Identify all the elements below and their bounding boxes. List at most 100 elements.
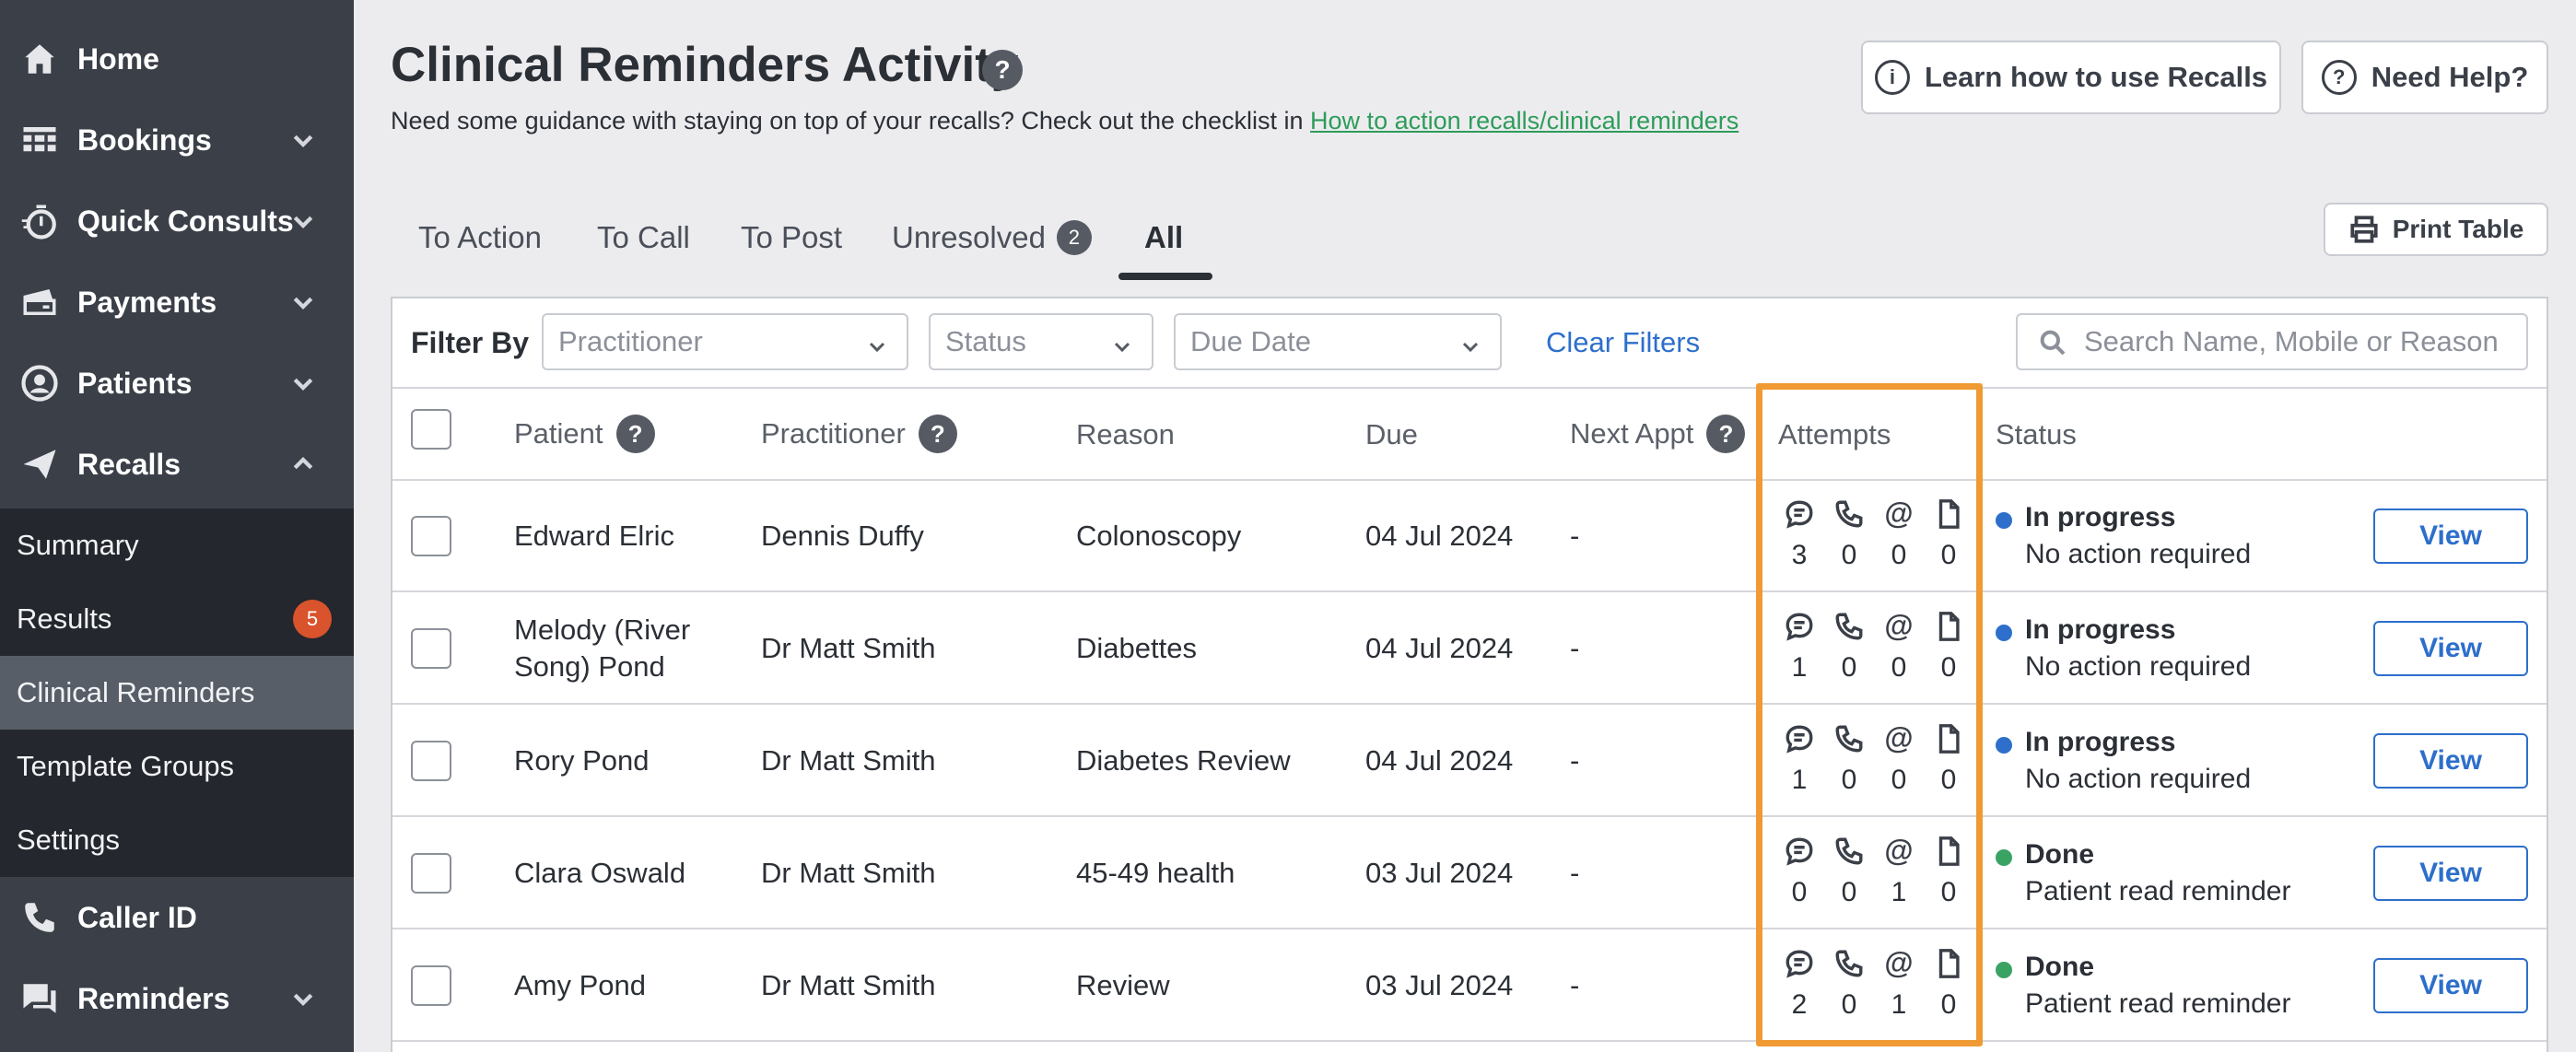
learn-recalls-button[interactable]: i Learn how to use Recalls [1861, 41, 2281, 114]
print-table-button[interactable]: Print Table [2324, 203, 2548, 256]
view-button[interactable]: View [2373, 508, 2528, 564]
header-practitioner[interactable]: Practitioner? [761, 415, 957, 453]
practitioner-name: Dr Matt Smith [761, 744, 936, 777]
phone-ring-icon [18, 896, 61, 939]
header-next-appt[interactable]: Next Appt? [1570, 415, 1746, 453]
printer-icon [2350, 216, 2378, 243]
practitioner-select[interactable]: Practitioner [542, 313, 908, 370]
status-detail: Patient read reminder [2025, 988, 2291, 1019]
home-icon [18, 38, 61, 80]
status-select[interactable]: Status [929, 313, 1153, 370]
chevron-down-icon[interactable] [289, 369, 317, 397]
sidebar-item-patients[interactable]: Patients [0, 343, 354, 424]
sidebar-item-caller-id[interactable]: Caller ID [0, 877, 354, 958]
tab-to-post[interactable]: To Post [741, 217, 842, 258]
reason: Diabetes Review [1076, 744, 1291, 777]
select-all-checkbox[interactable] [411, 409, 451, 450]
view-button[interactable]: View [2373, 733, 2528, 789]
row-checkbox[interactable] [411, 516, 451, 556]
next-appt: - [1570, 520, 1580, 552]
next-appt: - [1570, 969, 1580, 1001]
sidebar-subitem-label: Clinical Reminders [17, 676, 255, 708]
reason: Diabettes [1076, 632, 1197, 664]
due-date: 04 Jul 2024 [1365, 520, 1514, 552]
view-button[interactable]: View [2373, 846, 2528, 901]
how-to-action-link[interactable]: How to action recalls/clinical reminders [1310, 107, 1739, 134]
chevron-up-icon[interactable] [289, 450, 317, 478]
header-label: Reason [1076, 418, 1175, 450]
sidebar-subitem-settings[interactable]: Settings [0, 803, 354, 877]
search-icon [2040, 330, 2066, 356]
tab-label: To Call [597, 220, 690, 254]
tab-all[interactable]: All [1144, 217, 1183, 258]
row-checkbox[interactable] [411, 853, 451, 894]
tab-unresolved[interactable]: Unresolved 2 [892, 217, 1092, 258]
next-appt: - [1570, 632, 1580, 664]
status-label: In progress [2025, 614, 2176, 645]
sidebar-subitem-results[interactable]: Results 5 [0, 582, 354, 656]
sidebar-item-recalls[interactable]: Recalls [0, 424, 354, 505]
calendar-grid-icon [18, 119, 61, 161]
need-help-button[interactable]: ? Need Help? [2301, 41, 2548, 114]
header-label: Due [1365, 418, 1418, 450]
sidebar-subitem-clinical-reminders[interactable]: Clinical Reminders [0, 656, 354, 730]
chevron-down-icon[interactable] [289, 207, 317, 235]
view-button[interactable]: View [2373, 958, 2528, 1013]
sidebar-subitem-label: Template Groups [17, 750, 235, 782]
sidebar-subitem-label: Results [17, 602, 112, 635]
tab-to-action[interactable]: To Action [418, 217, 542, 258]
divider [392, 590, 2547, 592]
tab-label: To Post [741, 220, 843, 254]
practitioner-select-value: Practitioner [558, 325, 703, 357]
status-dot [1996, 512, 2012, 529]
next-appt-help-icon[interactable]: ? [1706, 415, 1746, 453]
chevron-down-icon[interactable] [289, 985, 317, 1012]
sidebar-item-label: Payments [77, 285, 217, 319]
due-date: 04 Jul 2024 [1365, 744, 1514, 777]
due-date-select[interactable]: Due Date [1174, 313, 1502, 370]
title-help-icon[interactable]: ? [982, 50, 1023, 90]
tab-to-call[interactable]: To Call [597, 217, 690, 258]
practitioner-help-icon[interactable]: ? [918, 415, 957, 453]
clear-filters-link[interactable]: Clear Filters [1546, 326, 1700, 359]
status-label: Done [2025, 839, 2094, 870]
patient-help-icon[interactable]: ? [615, 415, 655, 453]
status-detail: No action required [2025, 764, 2252, 794]
sidebar-subitem-label: Settings [17, 824, 121, 856]
sidebar-item-quick-consults[interactable]: Quick Consults [0, 181, 354, 262]
search-input[interactable]: Search Name, Mobile or Reason [2016, 313, 2528, 370]
patient-name[interactable]: Melody (River Song) Pond [514, 612, 690, 685]
patient-name[interactable]: Clara Oswald [514, 855, 685, 892]
sidebar-item-payments[interactable]: Payments [0, 262, 354, 343]
view-button[interactable]: View [2373, 621, 2528, 676]
chevron-down-icon [1111, 332, 1133, 354]
header-due[interactable]: Due [1365, 418, 1418, 451]
header-status[interactable]: Status [1996, 418, 2077, 451]
row-checkbox[interactable] [411, 741, 451, 781]
chevron-down-icon[interactable] [289, 288, 317, 316]
header-reason[interactable]: Reason [1076, 418, 1175, 451]
header-patient[interactable]: Patient? [514, 415, 655, 453]
patient-name[interactable]: Amy Pond [514, 967, 646, 1004]
sidebar-item-home[interactable]: Home [0, 18, 354, 99]
sidebar-subitem-template-groups[interactable]: Template Groups [0, 730, 354, 803]
stopwatch-icon [18, 200, 61, 242]
divider [392, 928, 2547, 929]
patient-name[interactable]: Rory Pond [514, 742, 649, 779]
paper-plane-icon [18, 443, 61, 485]
sidebar-item-label: Patients [77, 366, 193, 400]
page-title: Clinical Reminders Activity [391, 38, 1019, 92]
row-checkbox[interactable] [411, 965, 451, 1006]
recalls-submenu: Summary Results 5 Clinical Reminders Tem… [0, 508, 354, 877]
results-count-badge: 5 [293, 600, 332, 638]
due-date: 03 Jul 2024 [1365, 969, 1514, 1001]
patient-name[interactable]: Edward Elric [514, 518, 674, 555]
chevron-down-icon[interactable] [289, 126, 317, 154]
status-detail: No action required [2025, 651, 2252, 682]
sidebar-item-bookings[interactable]: Bookings [0, 99, 354, 181]
sidebar-item-reminders[interactable]: Reminders [0, 958, 354, 1039]
sidebar-subitem-summary[interactable]: Summary [0, 508, 354, 582]
sidebar-item-label: Reminders [77, 981, 230, 1015]
row-checkbox[interactable] [411, 628, 451, 669]
practitioner-name: Dennis Duffy [761, 520, 924, 552]
